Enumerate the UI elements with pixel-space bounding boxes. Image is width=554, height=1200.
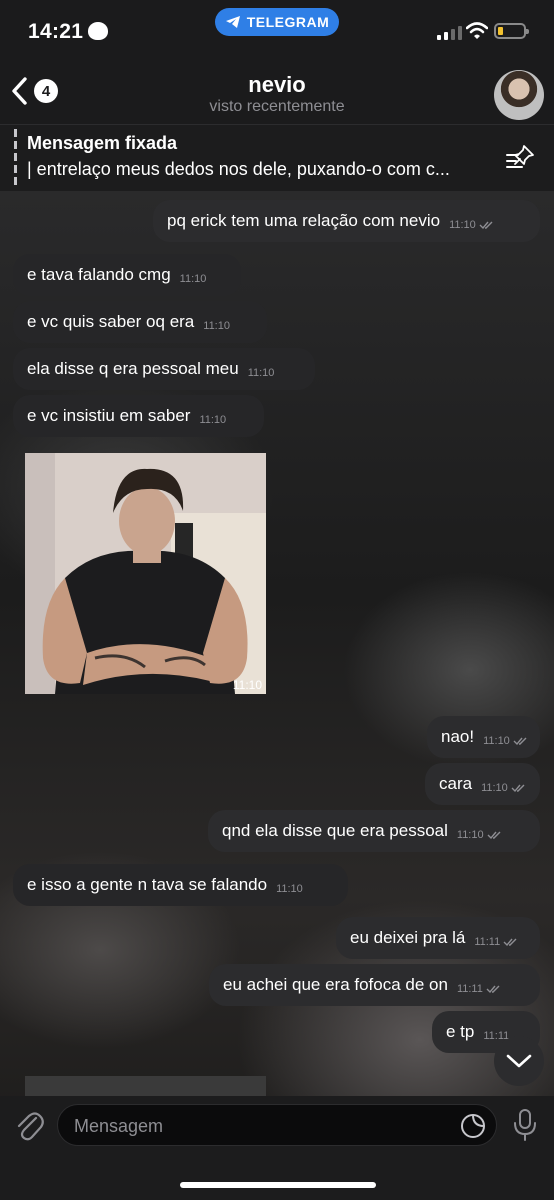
message-time: 11:10 <box>179 273 207 285</box>
message-time: 11:10 <box>481 782 508 794</box>
message-text: cara <box>439 774 473 793</box>
message-text: e tava falando cmg <box>27 265 171 284</box>
palette-icon <box>88 22 108 40</box>
attach-icon[interactable] <box>14 1108 44 1142</box>
message-text: e vc quis saber oq era <box>27 312 195 331</box>
message-time: 11:10 <box>276 883 303 895</box>
message-text: e tp <box>446 1022 475 1041</box>
battery-icon <box>494 23 529 39</box>
avatar[interactable] <box>494 70 544 120</box>
wifi-icon <box>466 22 488 39</box>
double-check-icon <box>513 737 527 746</box>
chat-status: visto recentemente <box>209 98 345 115</box>
signal-icon <box>437 26 462 40</box>
chat-title[interactable]: nevio <box>0 72 554 98</box>
pinned-text: | entrelaço meus dedos nos dele, puxando… <box>27 159 450 179</box>
message-bubble[interactable]: e vc insistiu em saber 11:10 <box>13 395 264 437</box>
message-bubble[interactable]: eu achei que era fofoca de on 11:11 <box>209 964 540 1006</box>
home-indicator <box>180 1182 376 1188</box>
double-check-icon <box>486 985 500 994</box>
message-text: nao! <box>441 727 475 746</box>
photo-message[interactable]: 11:10 <box>25 453 266 694</box>
scroll-down-button[interactable] <box>494 1036 544 1086</box>
double-check-icon <box>511 784 525 793</box>
message-time: 11:11 <box>474 936 501 948</box>
message-bubble[interactable]: e isso a gente n tava se falando 11:10 <box>13 864 348 906</box>
message-time: 11:10 <box>199 414 227 426</box>
double-check-icon <box>487 831 501 840</box>
sticker-icon[interactable] <box>460 1113 486 1139</box>
message-time: 11:10 <box>483 735 510 747</box>
message-time: 11:10 <box>232 678 262 692</box>
message-text: ela disse q era pessoal meu <box>27 359 239 378</box>
message-bubble[interactable]: ela disse q era pessoal meu 11:10 <box>13 348 315 390</box>
message-time: 11:11 <box>456 983 483 995</box>
pin-list-icon[interactable] <box>506 143 536 171</box>
message-bubble[interactable]: e vc quis saber oq era 11:10 <box>13 301 267 343</box>
double-check-icon <box>503 938 517 947</box>
message-composer: Mensagem <box>0 1096 554 1200</box>
message-bubble[interactable]: nao! 11:10 <box>427 716 540 758</box>
status-time: 14:21 <box>28 20 84 43</box>
message-time: 11:10 <box>449 219 476 231</box>
pinned-message[interactable]: Mensagem fixada | entrelaço meus dedos n… <box>0 124 554 191</box>
message-time: 11:10 <box>456 829 484 841</box>
message-text: eu achei que era fofoca de on <box>223 975 448 994</box>
message-text: pq erick tem uma relação com nevio <box>167 211 441 230</box>
photo-image <box>25 453 266 694</box>
message-input-placeholder: Mensagem <box>74 1116 164 1136</box>
photo-message[interactable] <box>25 1076 266 1096</box>
telegram-pill[interactable]: TELEGRAM <box>215 8 339 36</box>
message-time: 11:10 <box>203 320 230 332</box>
pinned-indicator <box>14 129 17 185</box>
message-text: eu deixei pra lá <box>350 928 466 947</box>
pinned-title: Mensagem fixada <box>27 133 178 153</box>
message-text: e isso a gente n tava se falando <box>27 875 268 894</box>
message-text: e vc insistiu em saber <box>27 406 191 425</box>
message-bubble[interactable]: e tava falando cmg 11:10 <box>13 254 241 296</box>
message-input[interactable]: Mensagem <box>57 1104 497 1146</box>
chat-header: 4 nevio visto recentemente <box>0 64 554 124</box>
message-bubble[interactable]: qnd ela disse que era pessoal 11:10 <box>208 810 540 852</box>
message-time: 11:10 <box>247 367 275 379</box>
message-bubble[interactable]: cara 11:10 <box>425 763 540 805</box>
double-check-icon <box>479 221 493 230</box>
mic-icon[interactable] <box>512 1108 538 1142</box>
status-bar: 14:21 TELEGRAM <box>0 0 554 64</box>
message-text: qnd ela disse que era pessoal <box>222 821 448 840</box>
message-bubble[interactable]: pq erick tem uma relação com nevio 11:10 <box>153 200 540 242</box>
message-bubble[interactable]: eu deixei pra lá 11:11 <box>336 917 540 959</box>
chevron-down-icon <box>506 1054 532 1068</box>
telegram-pill-label: TELEGRAM <box>246 14 330 30</box>
telegram-icon <box>225 16 240 28</box>
